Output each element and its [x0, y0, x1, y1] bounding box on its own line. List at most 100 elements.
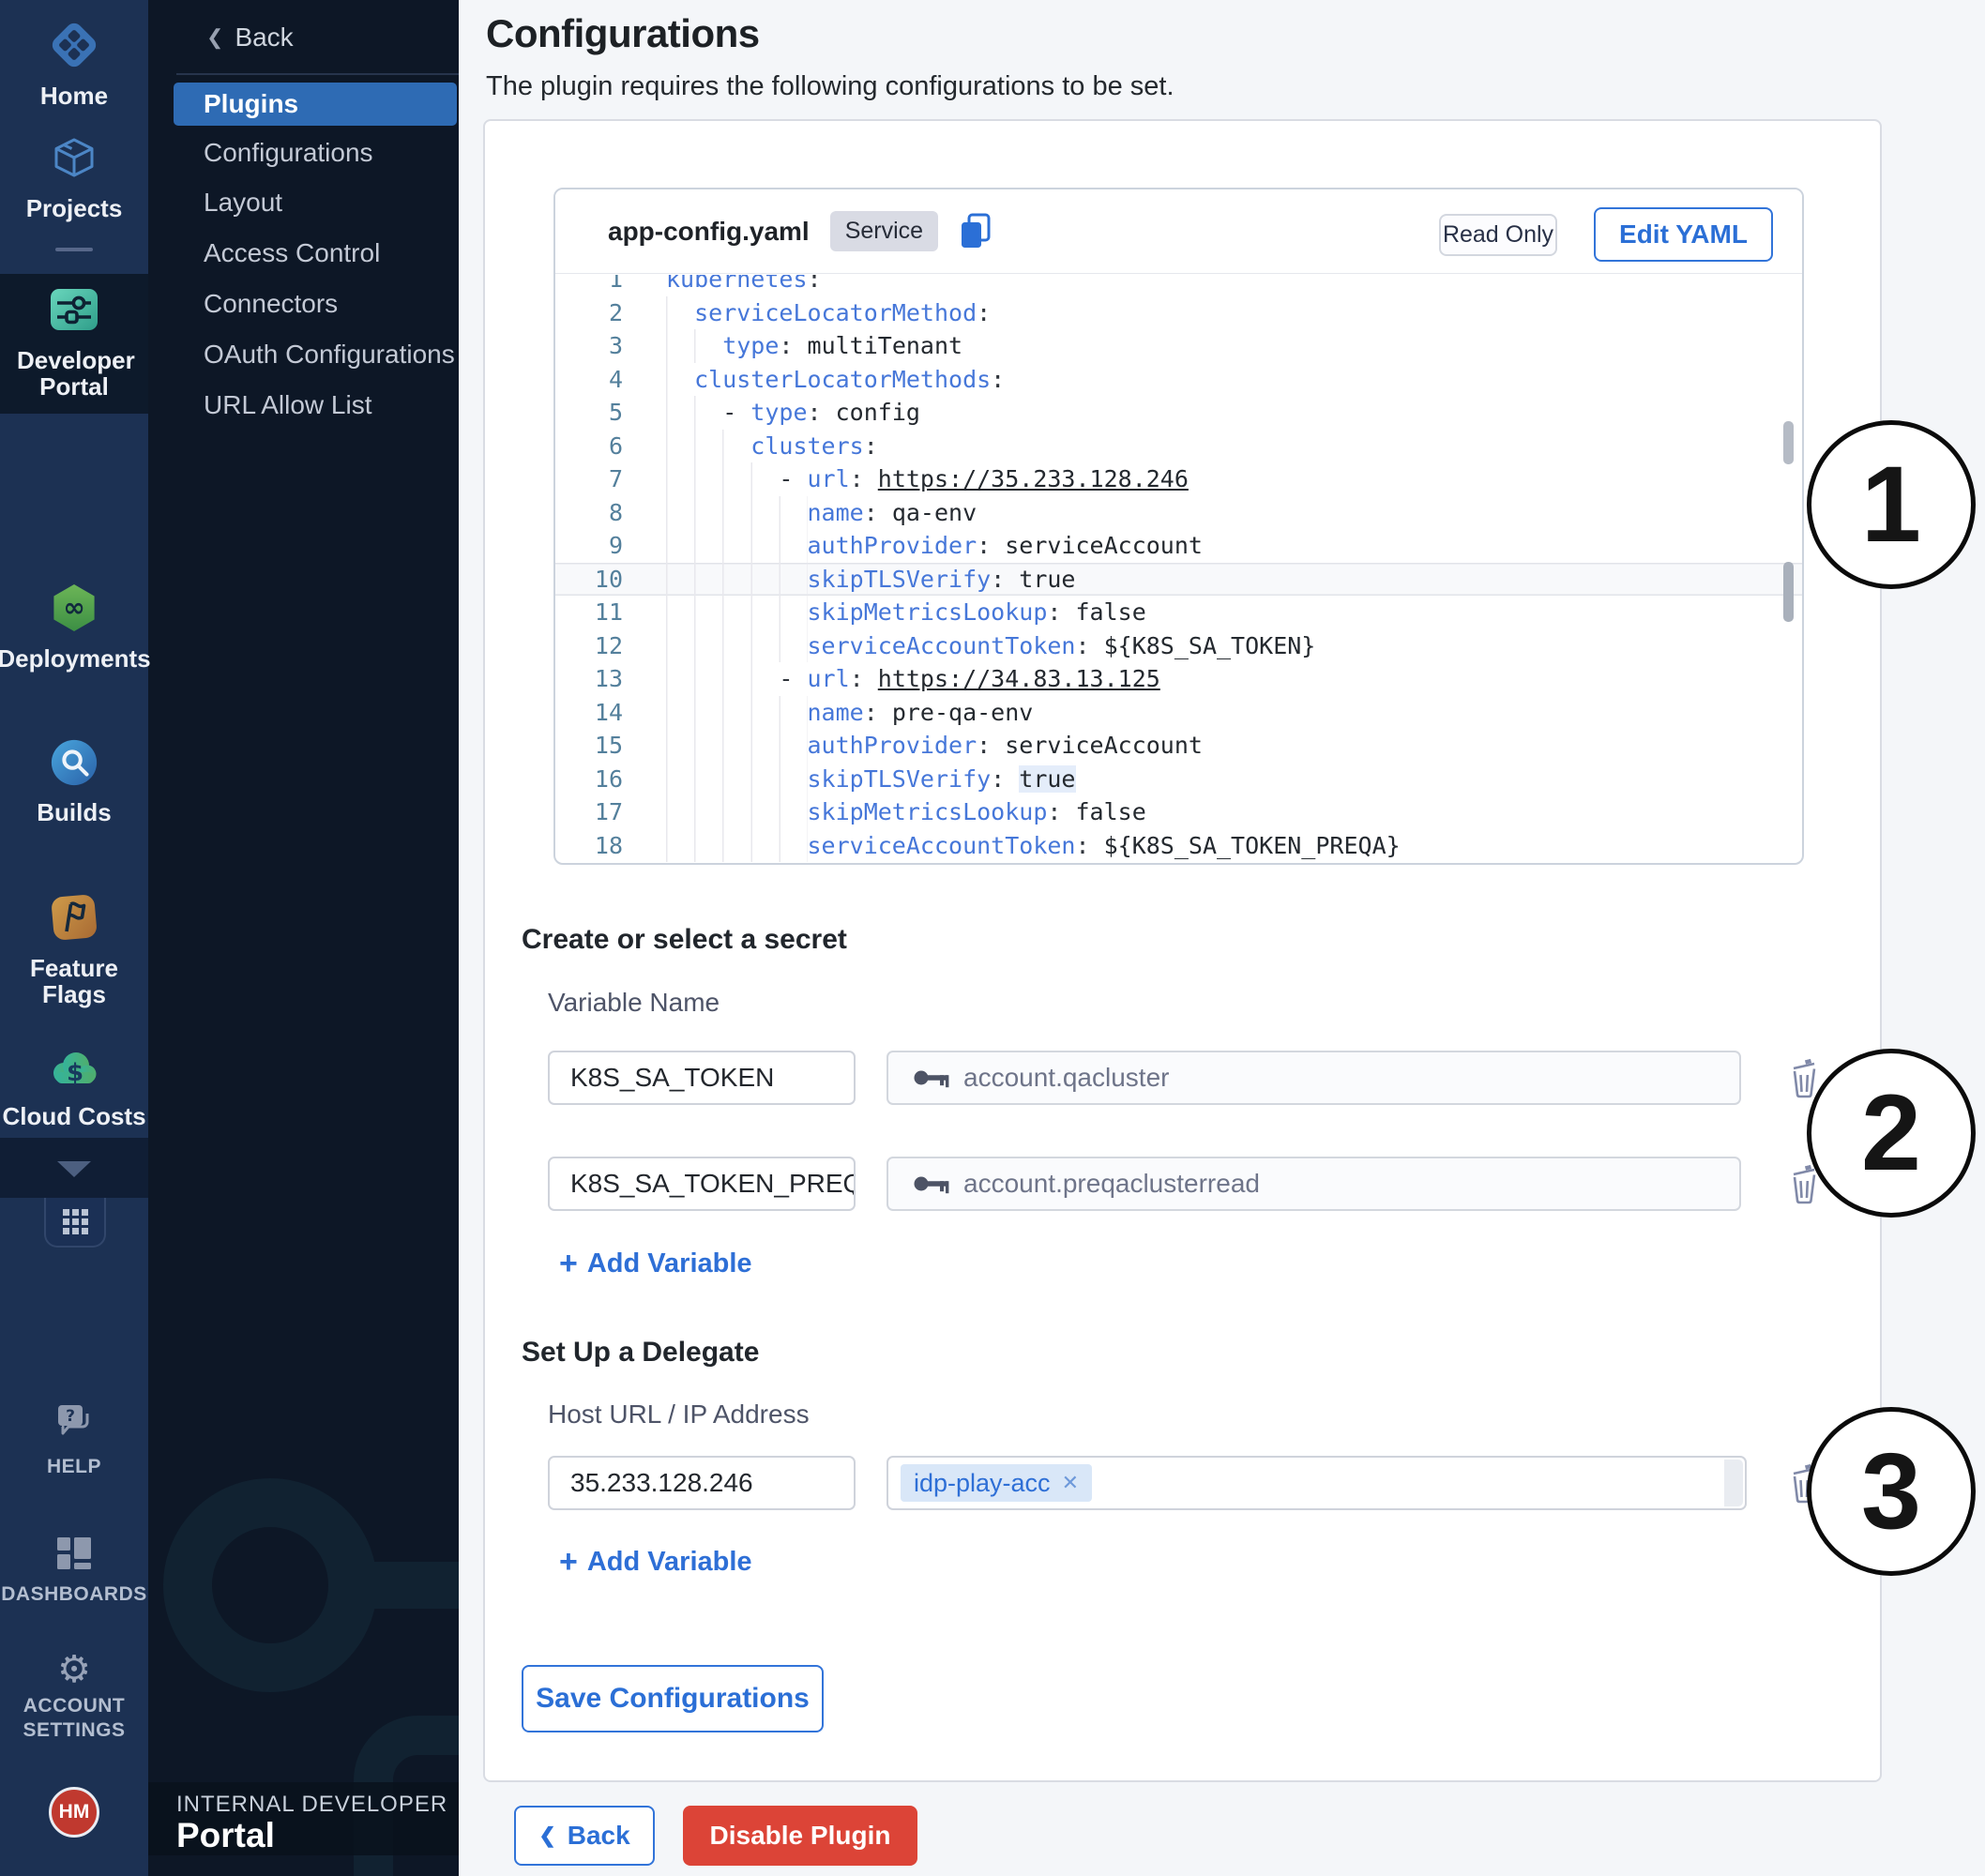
yaml-line: 4clusterLocatorMethods: — [555, 363, 1802, 397]
sidenav-back-button[interactable]: ❮ Back — [206, 23, 294, 53]
yaml-line: 10skipTLSVerify: true — [555, 563, 1802, 597]
yaml-line: 7- url: https://35.233.128.246 — [555, 462, 1802, 496]
annotation-circle-1: 1 — [1807, 420, 1976, 589]
back-button[interactable]: ❮ Back — [514, 1806, 655, 1866]
rail-item-deployments[interactable]: ∞ Deployments — [0, 582, 148, 672]
rail-label-deployments: Deployments — [0, 645, 151, 672]
yaml-line: 13- url: https://34.83.13.125 — [555, 662, 1802, 696]
rail-item-home[interactable]: Home — [0, 19, 148, 109]
key-icon — [913, 1067, 950, 1088]
rail-label-dashboards: DASHBOARDS — [1, 1582, 147, 1607]
rail-label-builds: Builds — [37, 799, 111, 825]
yaml-line: 1kubernetes: — [555, 275, 1802, 296]
delegate-tag-input[interactable]: idp-play-acc ✕ — [886, 1456, 1747, 1510]
sidenav-item-label: Access Control — [204, 238, 380, 267]
copy-icon[interactable] — [959, 212, 992, 251]
home-icon — [48, 19, 100, 76]
rail-item-cloud-costs[interactable]: $ Cloud Costs — [0, 1045, 148, 1129]
yaml-line: 15authProvider: serviceAccount — [555, 729, 1802, 763]
scrollbar-thumb[interactable] — [1783, 562, 1794, 622]
add-variable-link-secret[interactable]: + Add Variable — [559, 1248, 752, 1279]
rail-item-dashboards[interactable]: DASHBOARDS — [0, 1535, 148, 1607]
chip-remove-icon[interactable]: ✕ — [1062, 1471, 1079, 1495]
avatar[interactable]: HM — [49, 1787, 99, 1838]
yaml-line: 12serviceAccountToken: ${K8S_SA_TOKEN} — [555, 629, 1802, 663]
rail-label-projects: Projects — [26, 195, 123, 221]
sidenav-item-oauth-configurations[interactable]: OAuth Configurations — [148, 336, 459, 373]
rail-item-feature-flags[interactable]: Feature Flags — [0, 891, 148, 1007]
sidenav-item-label: Layout — [204, 188, 282, 217]
secret-select-2[interactable]: account.preqaclusterread — [886, 1157, 1741, 1211]
sidenav-footer-title: Portal — [176, 1816, 275, 1855]
sidenav-item-url-allow-list[interactable]: URL Allow List — [148, 386, 459, 424]
host-url-label: Host URL / IP Address — [548, 1399, 810, 1430]
secret-ref-text: account.qacluster — [963, 1063, 1169, 1093]
sidenav-item-configurations[interactable]: Configurations — [148, 134, 459, 172]
collapse-chevron-icon[interactable] — [57, 1161, 91, 1177]
yaml-line: 18serviceAccountToken: ${K8S_SA_TOKEN_PR… — [555, 829, 1802, 863]
yaml-line: 6clusters: — [555, 430, 1802, 463]
scrollbar-thumb[interactable] — [1783, 421, 1794, 464]
edit-yaml-button[interactable]: Edit YAML — [1594, 207, 1773, 262]
yaml-line: 16skipTLSVerify: true — [555, 763, 1802, 796]
disable-plugin-button[interactable]: Disable Plugin — [683, 1806, 917, 1866]
host-url-input[interactable] — [548, 1456, 856, 1510]
rail-label-developer-portal: Developer Portal — [17, 347, 131, 400]
rail-item-help[interactable]: ? HELP — [0, 1401, 148, 1479]
variable-name-input-2[interactable] — [548, 1157, 856, 1211]
plugin-sidenav: ❮ Back Plugins Configurations Layout Acc… — [148, 0, 459, 1876]
rail-item-developer-portal[interactable]: Developer Portal — [0, 283, 148, 400]
help-chat-icon: ? — [51, 1401, 98, 1449]
rail-label-cloud-costs: Cloud Costs — [2, 1103, 145, 1129]
sidenav-item-plugins[interactable]: Plugins — [174, 83, 457, 126]
delegate-tag-chip[interactable]: idp-play-acc ✕ — [901, 1464, 1092, 1502]
yaml-viewer-card: app-config.yaml Service Read Only Edit Y… — [553, 188, 1804, 865]
sidenav-divider — [176, 73, 459, 75]
yaml-line: 9authProvider: serviceAccount — [555, 529, 1802, 563]
page: Home Projects — [0, 0, 1985, 1876]
secret-section-heading: Create or select a secret — [522, 924, 847, 956]
builds-icon — [49, 737, 99, 793]
secret-ref-text: account.preqaclusterread — [963, 1169, 1260, 1199]
rail-label-help: HELP — [47, 1455, 101, 1479]
sidenav-footer-eyebrow: INTERNAL DEVELOPER — [176, 1792, 447, 1818]
svg-text:∞: ∞ — [63, 592, 84, 623]
sidenav-item-label: OAuth Configurations — [204, 340, 455, 369]
page-subtitle: The plugin requires the following config… — [486, 71, 1174, 102]
dashboards-icon — [53, 1535, 95, 1577]
sidenav-item-layout[interactable]: Layout — [148, 184, 459, 221]
variable-name-input-1[interactable] — [548, 1051, 856, 1105]
chevron-left-icon: ❮ — [538, 1823, 555, 1848]
feature-flags-icon — [48, 891, 100, 948]
page-title: Configurations — [486, 11, 760, 56]
avatar-initials: HM — [59, 1801, 90, 1823]
back-button-label: Back — [568, 1821, 630, 1851]
sidenav-item-access-control[interactable]: Access Control — [148, 234, 459, 272]
deployments-icon: ∞ — [48, 582, 100, 639]
key-icon — [913, 1173, 950, 1194]
plus-icon: + — [559, 1546, 578, 1578]
tag-input-affordance — [1724, 1460, 1743, 1506]
secret-select-1[interactable]: account.qacluster — [886, 1051, 1741, 1105]
grid-icon — [63, 1209, 88, 1234]
rail-item-account-settings[interactable]: ⚙ ACCOUNT SETTINGS — [0, 1651, 148, 1743]
module-picker-button[interactable] — [44, 1198, 106, 1248]
rail-label-account-settings: ACCOUNT SETTINGS — [18, 1694, 130, 1743]
gear-icon: ⚙ — [57, 1651, 91, 1688]
sidenav-back-label: Back — [235, 23, 293, 53]
svg-text:$: $ — [67, 1059, 83, 1087]
rail-item-builds[interactable]: Builds — [0, 737, 148, 825]
sidenav-item-connectors[interactable]: Connectors — [148, 285, 459, 323]
yaml-code-lines: 1kubernetes: 2serviceLocatorMethod: 3typ… — [555, 275, 1802, 862]
save-configurations-button[interactable]: Save Configurations — [522, 1665, 824, 1732]
delegate-tag-text: idp-play-acc — [914, 1469, 1051, 1498]
rail-item-projects[interactable]: Projects — [0, 131, 148, 221]
rail-divider — [55, 248, 93, 251]
yaml-line: 3type: multiTenant — [555, 329, 1802, 363]
add-variable-link-delegate[interactable]: + Add Variable — [559, 1546, 752, 1578]
plus-icon: + — [559, 1248, 578, 1279]
delegate-section-heading: Set Up a Delegate — [522, 1337, 759, 1369]
yaml-line: 8name: qa-env — [555, 496, 1802, 530]
rail-label-feature-flags: Feature Flags — [0, 955, 148, 1007]
yaml-line: 14name: pre-qa-env — [555, 696, 1802, 730]
